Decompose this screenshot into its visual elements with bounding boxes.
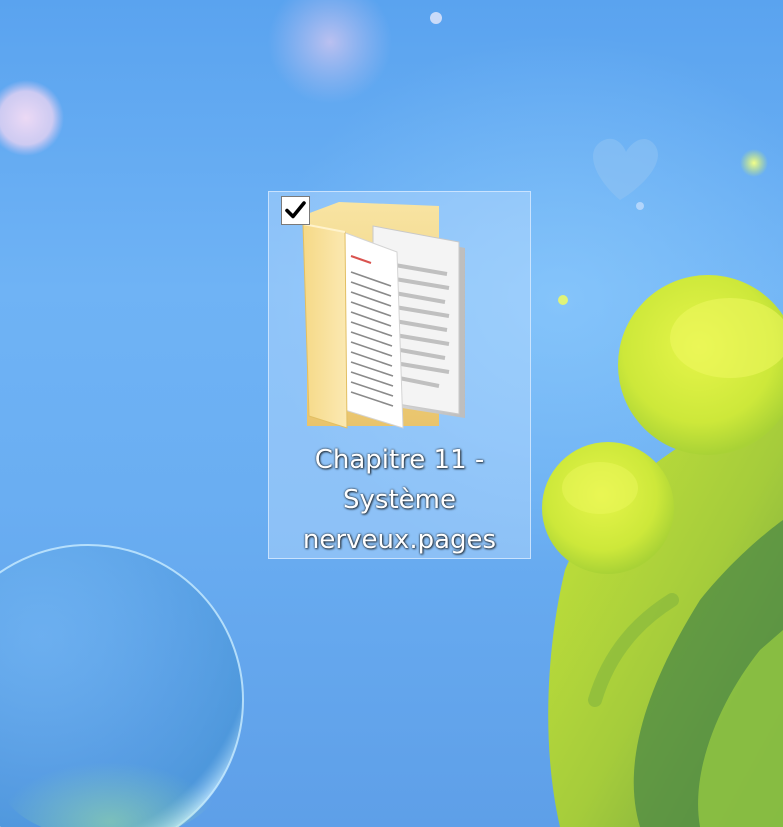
label-line-2: Système (343, 485, 456, 515)
desktop[interactable]: Chapitre 11 - Système nerveux.pages (0, 0, 783, 827)
label-line-3: nerveux.pages (302, 525, 497, 555)
label-line-1: Chapitre 11 - (314, 445, 485, 475)
checkmark-icon (285, 201, 306, 219)
folder-with-documents-icon (302, 202, 465, 429)
selection-checkbox[interactable] (281, 196, 310, 225)
desktop-item-folder[interactable]: Chapitre 11 - Système nerveux.pages (268, 191, 531, 559)
desktop-item-label[interactable]: Chapitre 11 - Système nerveux.pages (269, 440, 530, 560)
